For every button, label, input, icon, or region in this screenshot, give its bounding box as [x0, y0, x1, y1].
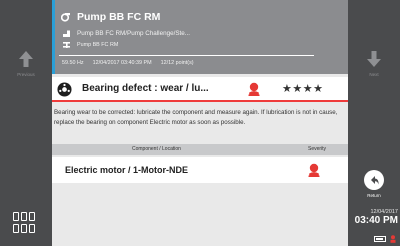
arrow-down-icon [367, 51, 381, 67]
defect-header[interactable]: Bearing defect : wear / lu... ★★★★ [52, 77, 348, 102]
defect-description: Bearing wear to be corrected: lubricate … [54, 109, 338, 126]
asset-path: Pump BB FC RM/Pump Challenge/Ste... [77, 30, 191, 37]
rating-stars: ★★★★ [282, 83, 324, 95]
machine-icon [63, 42, 70, 48]
defect-title: Bearing defect : wear / lu... [82, 83, 209, 94]
right-rail: Next Return 12/04/2017 03:40 PM [348, 0, 400, 246]
severity-alert-icon [248, 82, 260, 96]
previous-label: Previous [17, 72, 35, 77]
asset-header[interactable]: Pump BB FC RM Pump BB FC RM/Pump Challen… [52, 0, 348, 74]
column-header-location: Component / Location [132, 146, 181, 152]
pump-icon [61, 13, 70, 22]
return-label: Return [367, 193, 381, 198]
previous-button[interactable]: Previous [0, 50, 52, 92]
table-row[interactable]: Electric motor / 1-Motor-NDE [52, 157, 348, 183]
asset-title: Pump BB FC RM [77, 11, 161, 23]
asset-meta: 59.50 Hz 12/04/2017 03:40:39 PM 12/12 po… [62, 60, 194, 66]
next-button[interactable]: Next [348, 50, 400, 92]
status-time: 03:40 PM [354, 215, 398, 226]
clock: 12/04/2017 03:40 PM [348, 209, 400, 226]
left-rail: Previous [0, 0, 52, 246]
frequency-value: 59.50 Hz [62, 60, 84, 66]
return-button[interactable]: Return [360, 170, 388, 204]
measurement-datetime: 12/04/2017 03:40:39 PM [92, 60, 152, 66]
return-icon [364, 170, 384, 190]
points-count: 12/12 point(s) [160, 60, 194, 66]
bearing-icon [57, 82, 72, 97]
severity-alert-icon [308, 163, 320, 177]
status-icons [374, 235, 396, 243]
pipe-icon [63, 30, 70, 37]
battery-icon [374, 236, 386, 242]
apps-grid-icon[interactable] [13, 212, 37, 234]
table-header: Component / Location Severity [52, 144, 348, 155]
divider [59, 55, 314, 56]
main-panel: Pump BB FC RM Pump BB FC RM/Pump Challen… [52, 0, 348, 246]
asset-subtitle: Pump BB FC RM [77, 42, 119, 48]
column-header-severity: Severity [308, 146, 327, 152]
arrow-up-icon [19, 51, 33, 67]
next-label: Next [369, 72, 379, 77]
component-location: Electric motor / 1-Motor-NDE [65, 165, 189, 175]
user-alert-icon [390, 235, 396, 243]
